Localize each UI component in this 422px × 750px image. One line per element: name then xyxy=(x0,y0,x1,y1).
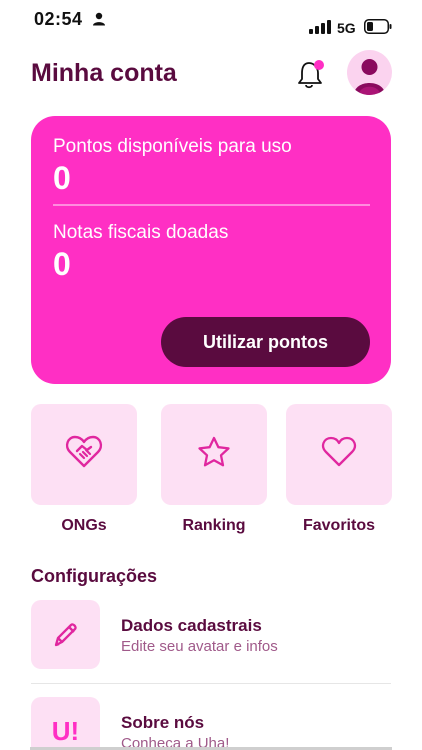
settings-item-about[interactable]: U! Sobre nós Conheça a Uha! xyxy=(31,697,391,747)
settings-divider xyxy=(31,683,391,684)
page-title: Minha conta xyxy=(31,59,177,87)
heart-handshake-icon xyxy=(65,435,103,474)
settings-item-about-title: Sobre nós xyxy=(121,713,205,732)
shortcut-ongs-label: ONGs xyxy=(61,517,107,534)
card-divider xyxy=(53,204,370,206)
settings-item-profile[interactable]: Dados cadastrais Edite seu avatar e info… xyxy=(31,600,391,672)
shortcut-ongs[interactable]: ONGs xyxy=(31,404,137,535)
status-time: 02:54 xyxy=(34,9,83,29)
header: Minha conta xyxy=(0,50,422,100)
available-points-value: 0 xyxy=(53,160,71,196)
notification-bell-icon[interactable] xyxy=(296,58,326,90)
shortcut-favorites[interactable]: Favoritos xyxy=(286,404,392,535)
shortcut-ranking[interactable]: Ranking xyxy=(161,404,267,535)
pencil-icon xyxy=(31,600,100,669)
shortcut-ranking-tile[interactable] xyxy=(161,404,267,505)
settings-item-about-subtitle: Conheça a Uha! xyxy=(121,735,230,747)
battery-icon xyxy=(364,19,392,34)
avatar[interactable] xyxy=(347,50,392,95)
star-icon xyxy=(197,436,231,473)
shortcut-favorites-label: Favoritos xyxy=(302,517,375,534)
points-card: Pontos disponíveis para uso 0 Notas fisc… xyxy=(31,116,391,384)
shortcut-favorites-tile[interactable] xyxy=(286,404,392,505)
shortcut-ranking-label: Ranking xyxy=(182,517,246,534)
settings-item-profile-subtitle: Edite seu avatar e infos xyxy=(121,638,278,655)
person-icon xyxy=(92,12,106,26)
uha-logo: U! xyxy=(51,716,80,746)
settings-title: Configurações xyxy=(31,566,158,586)
settings-item-profile-title: Dados cadastrais xyxy=(121,616,262,635)
heart-icon xyxy=(321,436,357,473)
use-points-button[interactable]: Utilizar pontos xyxy=(161,317,370,367)
donated-receipts-value: 0 xyxy=(53,246,71,282)
available-points-label: Pontos disponíveis para uso xyxy=(53,136,292,157)
network-type: 5G xyxy=(337,20,356,36)
status-bar: 02:54 5G xyxy=(0,0,422,46)
shortcut-ongs-tile[interactable] xyxy=(31,404,137,505)
donated-receipts-label: Notas fiscais doadas xyxy=(53,222,229,243)
signal-icon xyxy=(309,20,331,34)
logo-icon: U! xyxy=(31,697,100,747)
